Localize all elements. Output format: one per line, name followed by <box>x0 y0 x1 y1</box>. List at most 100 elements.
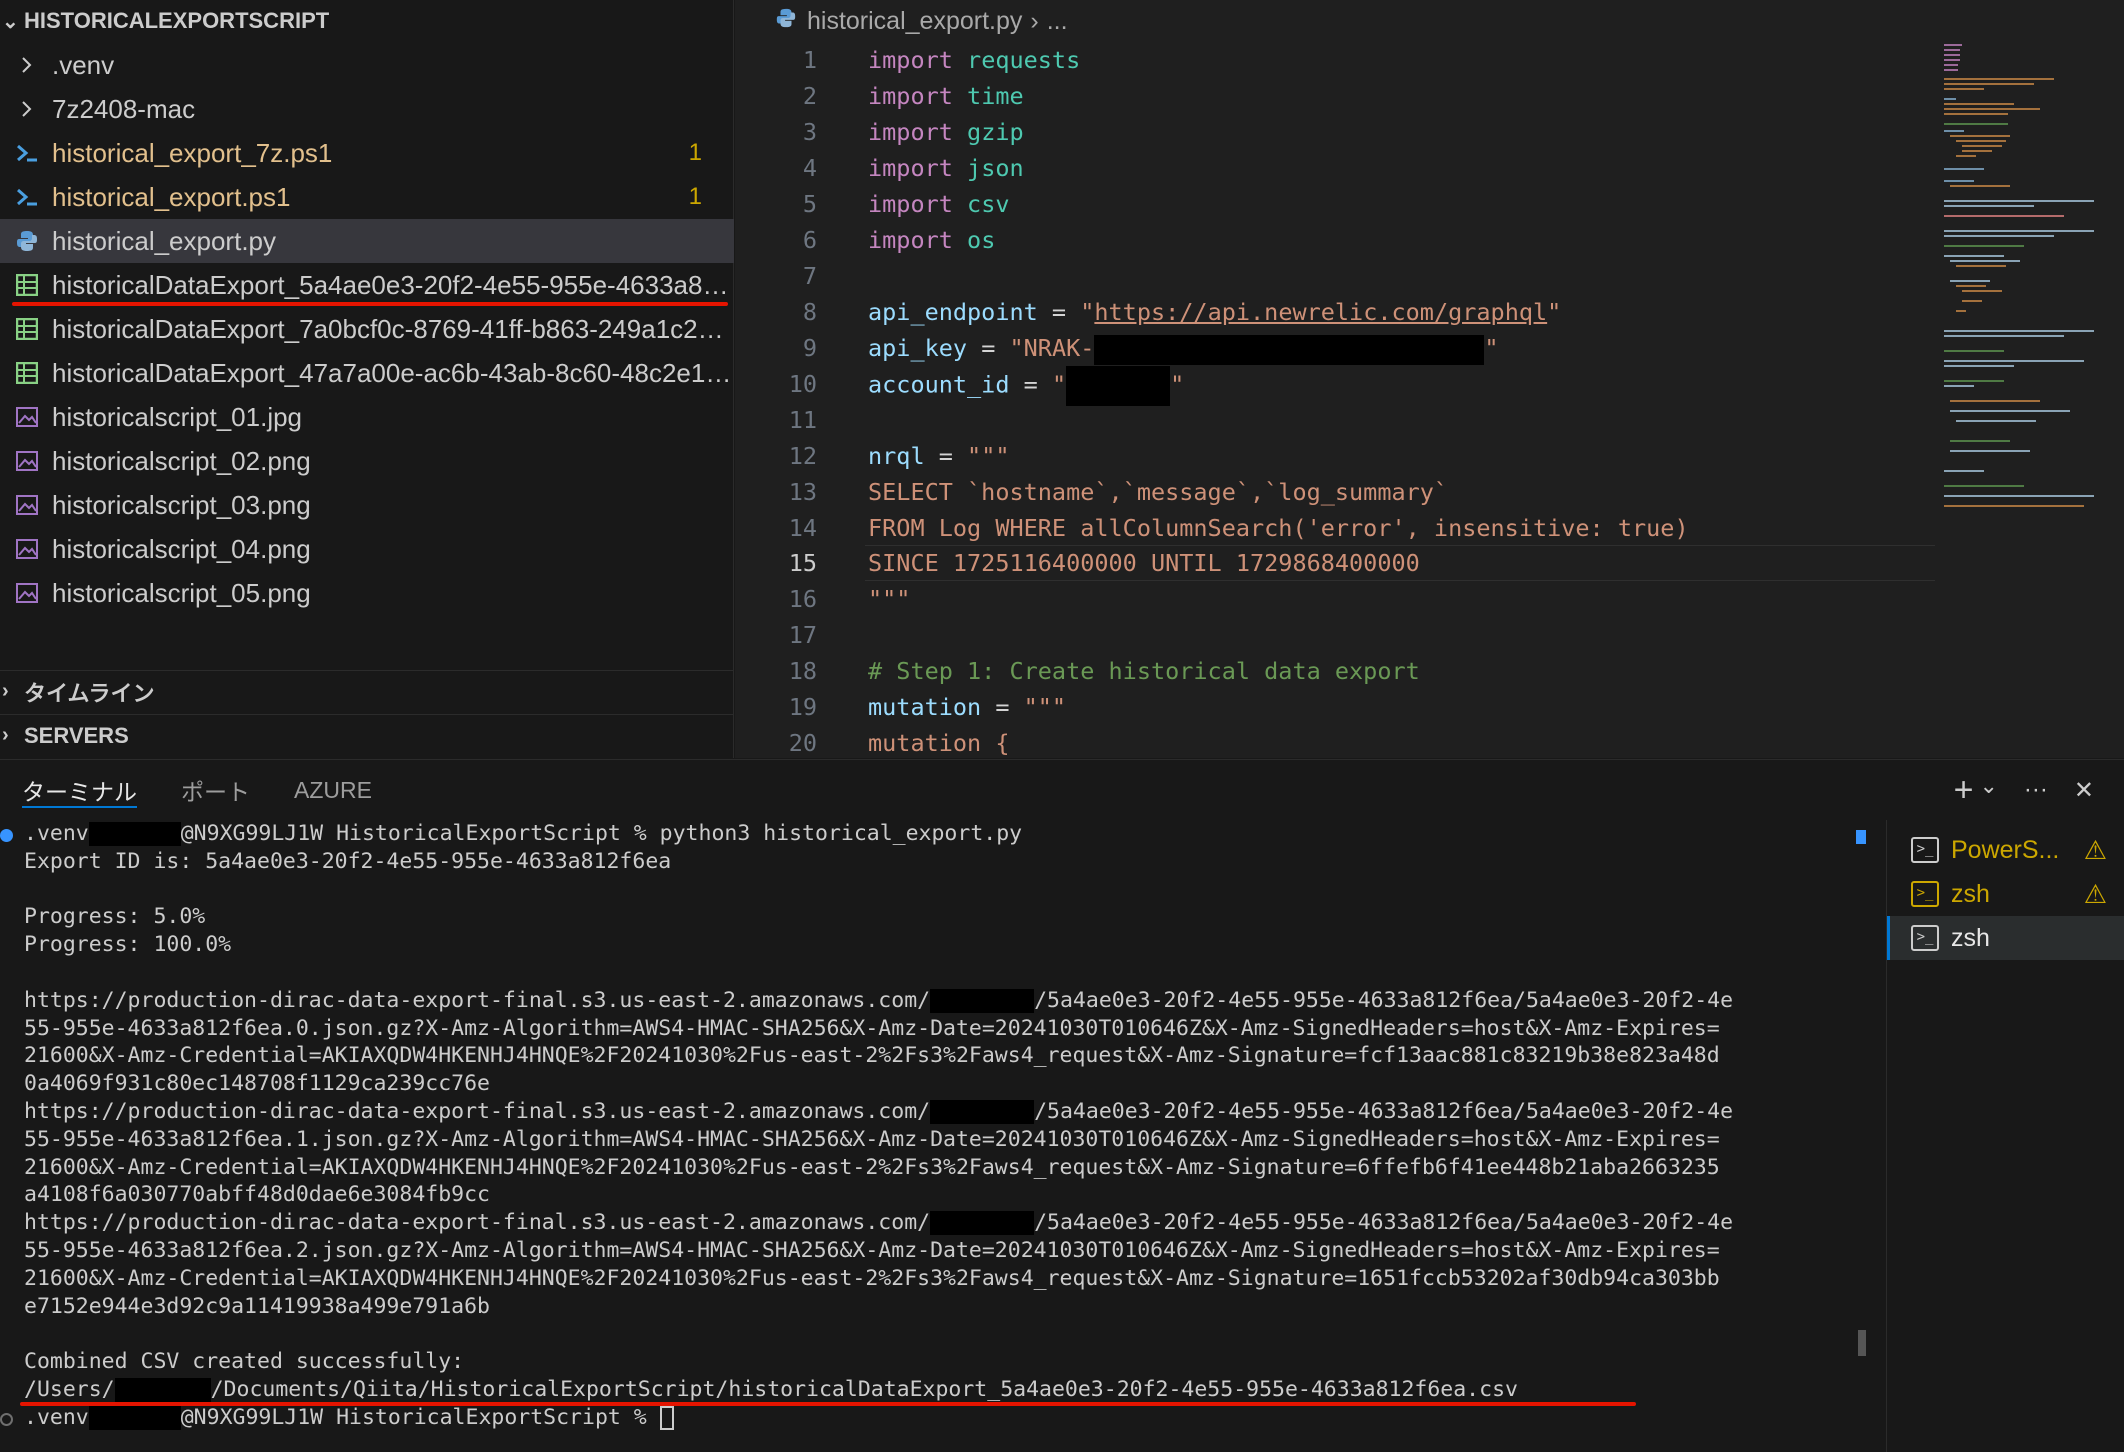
tree-item-csv-export-1[interactable]: historicalDataExport_5a4ae0e3-20f2-4e55-… <box>0 263 734 307</box>
terminal-text: https://production-dirac-data-export-fin… <box>24 987 931 1013</box>
url-link[interactable]: https://api.newrelic.com/graphql <box>1094 298 1547 326</box>
chevron-down-icon[interactable]: ⌄ <box>1979 773 1997 799</box>
tree-item-csv-export-2[interactable]: historicalDataExport_7a0bcf0c-8769-41ff-… <box>0 307 734 351</box>
code-line: 20 mutation { <box>735 725 1935 761</box>
image-file-icon <box>14 404 40 430</box>
breadcrumb-file[interactable]: historical_export.py <box>807 7 1022 36</box>
tree-item-7z2408-mac[interactable]: 7z2408-mac <box>0 87 734 131</box>
terminal-line: 21600&X-Amz-Credential=AKIAXQDW4HKENHJ4H… <box>24 1265 1720 1291</box>
code-token: api_endpoint <box>868 298 1038 326</box>
tab-azure[interactable]: AZURE <box>272 760 394 820</box>
terminal-line: e7152e944e3d92c9a11419938a499e791a6b <box>24 1293 490 1319</box>
terminal-instance-zsh-1[interactable]: >_ zsh ⚠ <box>1887 872 2124 916</box>
tree-item-image-03[interactable]: historicalscript_03.png <box>0 483 734 527</box>
code-token: NRAK- <box>1023 334 1095 362</box>
chevron-right-icon <box>14 96 40 122</box>
line-number: 12 <box>788 442 817 470</box>
tab-ports[interactable]: ポート <box>159 760 272 820</box>
code-line: 9 api_key = "NRAK- " <box>735 330 1935 366</box>
code-token: """ <box>1023 693 1067 721</box>
tree-item-historical-export-py[interactable]: historical_export.py <box>0 219 734 263</box>
line-number: 14 <box>788 514 817 542</box>
tree-item-historical-export-ps1[interactable]: historical_export.ps1 1 <box>0 175 734 219</box>
line-number: 2 <box>802 82 817 110</box>
terminal-line: Combined CSV created successfully: <box>24 1349 465 1375</box>
redaction-box <box>930 1211 1035 1236</box>
explorer-root-header[interactable]: ⌄ HISTORICALEXPORTSCRIPT <box>0 0 734 42</box>
tree-item-label: historicalscript_02.png <box>52 445 311 476</box>
terminal-text: https://production-dirac-data-export-fin… <box>24 1210 931 1236</box>
line-number: 11 <box>788 406 817 434</box>
chevron-right-icon: › <box>2 680 9 702</box>
terminal-line: 21600&X-Amz-Credential=AKIAXQDW4HKENHJ4H… <box>24 1043 1720 1069</box>
code-editor[interactable]: historical_export.py › ... 1 import reque… <box>735 0 2124 758</box>
breadcrumb-more[interactable]: ... <box>1047 7 1068 36</box>
code-token: csv <box>967 190 1010 218</box>
timeline-section-header[interactable]: › タイムライン <box>0 670 734 712</box>
image-file-icon <box>14 492 40 518</box>
image-file-icon <box>14 448 40 474</box>
code-token: SINCE 1725116400000 UNTIL 1729868400000 <box>868 549 1420 577</box>
code-token: FROM Log WHERE allColumnSearch('error', … <box>868 514 1689 542</box>
terminal-instance-powershell[interactable]: >_ PowerS... ⚠ <box>1887 828 2124 872</box>
panel-tabs: ターミナル ポート AZURE <box>0 760 394 820</box>
python-icon <box>775 7 797 36</box>
terminal-line: /Users/ /Documents/Qiita/HistoricalExport… <box>24 1376 1518 1404</box>
code-token: time <box>967 82 1024 110</box>
tree-item-image-02[interactable]: historicalscript_02.png <box>0 439 734 483</box>
tree-item-label: .venv <box>52 49 115 80</box>
tree-item-image-04[interactable]: historicalscript_04.png <box>0 527 734 571</box>
code-token: os <box>967 226 996 254</box>
line-number: 16 <box>788 585 817 613</box>
servers-section-header[interactable]: › SERVERS <box>0 714 734 756</box>
terminal-text: https://production-dirac-data-export-fin… <box>24 1099 931 1124</box>
panel-actions: + ⌄ ··· ✕ <box>1954 760 2094 820</box>
close-panel-icon[interactable]: ✕ <box>2074 776 2094 805</box>
tree-item-csv-export-3[interactable]: historicalDataExport_47a7a00e-ac6b-43ab-… <box>0 351 734 395</box>
redaction-box <box>930 988 1035 1013</box>
code-token: nrql <box>868 442 925 470</box>
breadcrumb-separator: › <box>1030 6 1039 35</box>
bottom-panel: ターミナル ポート AZURE + ⌄ ··· ✕ .venv @N9XG99LJ… <box>0 759 2124 1452</box>
tree-item-historical-export-7z-ps1[interactable]: historical_export_7z.ps1 1 <box>0 131 734 175</box>
tree-item-venv[interactable]: .venv <box>0 43 734 87</box>
redaction-box <box>88 822 181 846</box>
code-comment: # Step 1: Create historical data export <box>868 657 1420 685</box>
code-token: import <box>868 82 953 110</box>
scroll-marker <box>1856 830 1866 844</box>
terminal-text: .venv <box>24 821 89 846</box>
code-line: 11 <box>735 402 1935 438</box>
tree-item-label: historicalDataExport_7a0bcf0c-8769-41ff-… <box>52 313 732 344</box>
code-line: 18 # Step 1: Create historical data expor… <box>735 653 1935 689</box>
redaction-box <box>930 1100 1035 1124</box>
line-number: 8 <box>802 298 817 326</box>
terminal-icon: >_ <box>1911 837 1939 863</box>
chevron-right-icon: › <box>2 724 9 746</box>
terminal-output[interactable]: .venv @N9XG99LJ1W HistoricalExportScript … <box>0 820 1860 1452</box>
tree-item-label: historical_export.py <box>52 225 276 256</box>
terminal-line: 0a4069f931c80ec148708f1129ca239cc76e <box>24 1071 490 1097</box>
terminal-line: https://production-dirac-data-export-fin… <box>24 1098 1733 1126</box>
code-line: 14 FROM Log WHERE allColumnSearch('error'… <box>735 510 1935 546</box>
tree-item-image-05[interactable]: historicalscript_05.png <box>0 571 734 615</box>
command-status-dot <box>0 829 13 842</box>
more-actions-icon[interactable]: ··· <box>2024 776 2048 804</box>
line-number: 17 <box>788 621 817 649</box>
scroll-thumb[interactable] <box>1858 1330 1866 1356</box>
terminal-line: 55-955e-4633a812f6ea.2.json.gz?X-Amz-Alg… <box>24 1238 1720 1263</box>
terminal-text: /5a4ae0e3-20f2-4e55-955e-4633a812f6ea/5a… <box>1034 987 1734 1013</box>
tree-item-image-01[interactable]: historicalscript_01.jpg <box>0 395 734 439</box>
terminal-text: /5a4ae0e3-20f2-4e55-955e-4633a812f6ea/5a… <box>1034 1099 1734 1124</box>
minimap[interactable] <box>1944 40 2104 520</box>
code-token: json <box>967 154 1024 182</box>
tab-terminal[interactable]: ターミナル <box>0 760 159 820</box>
line-number: 1 <box>802 46 817 74</box>
code-token: gzip <box>967 118 1024 146</box>
breadcrumb[interactable]: historical_export.py › ... <box>775 0 1068 42</box>
line-number: 18 <box>788 657 817 685</box>
python-icon <box>14 228 40 254</box>
terminal-instance-zsh-2[interactable]: >_ zsh <box>1887 916 2124 960</box>
code-token: requests <box>967 46 1081 74</box>
terminal-scrollbar[interactable] <box>1856 830 1866 1356</box>
add-terminal-icon[interactable]: + <box>1954 771 1974 810</box>
